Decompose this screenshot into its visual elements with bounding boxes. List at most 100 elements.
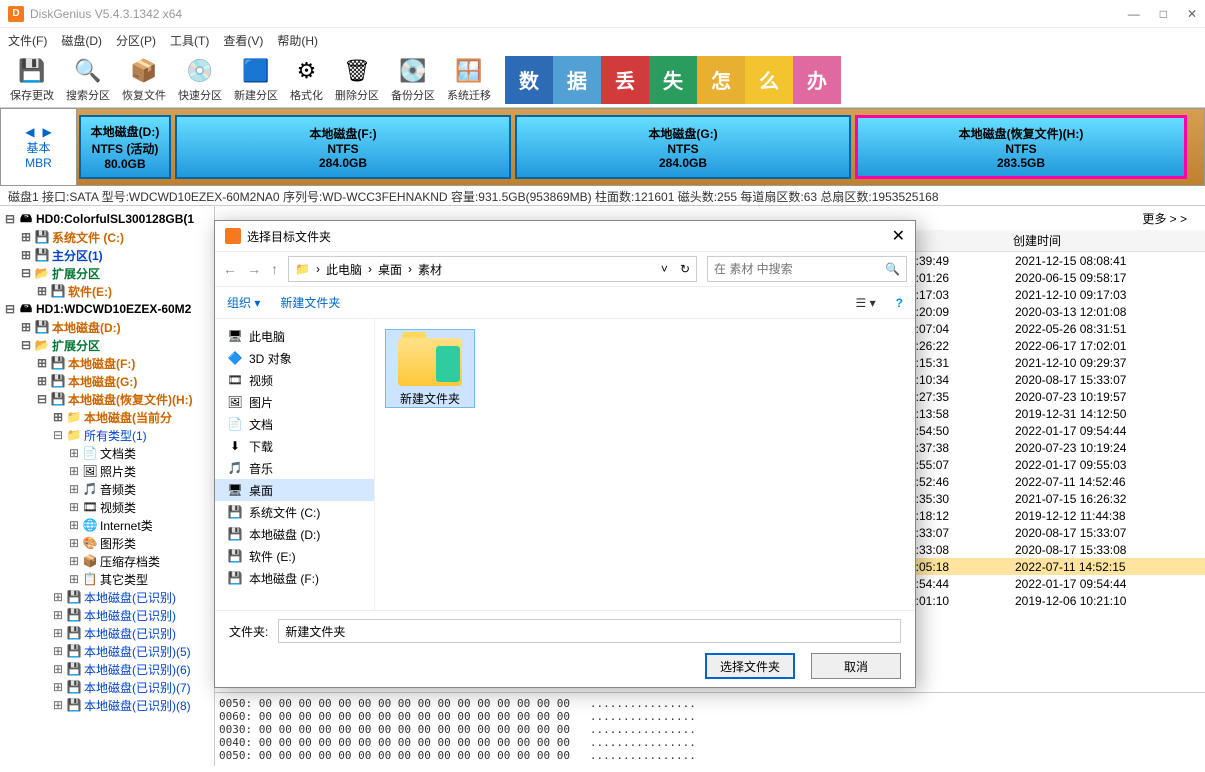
file-row[interactable]: 4:52:462022-07-11 14:52:46 <box>905 473 1205 490</box>
sidebar-item[interactable]: 🖥桌面 <box>215 479 374 501</box>
expand-icon[interactable]: ⊞ <box>68 536 80 550</box>
tree-node[interactable]: ⊞💾本地磁盘(已识别) <box>0 606 214 624</box>
file-row[interactable]: 5:05:182022-07-11 14:52:15 <box>905 558 1205 575</box>
toolbar-delete[interactable]: 🗑删除分区 <box>329 55 385 105</box>
tree-node[interactable]: ⊞🎵音频类 <box>0 480 214 498</box>
crumb-dropdown-icon[interactable]: ˅ <box>661 262 668 276</box>
expand-icon[interactable]: ⊞ <box>68 500 80 514</box>
expand-icon[interactable]: ⊞ <box>20 320 32 334</box>
toolbar-format[interactable]: ⚙格式化 <box>284 55 329 105</box>
expand-icon[interactable]: ⊞ <box>20 230 32 244</box>
toolbar-migrate[interactable]: 🪟系统迁移 <box>441 55 497 105</box>
file-row[interactable]: 1:37:382020-07-23 10:19:24 <box>905 439 1205 456</box>
more-button[interactable]: 更多 > > <box>1132 208 1197 229</box>
sidebar-item[interactable]: 💾本地磁盘 (F:) <box>215 567 374 589</box>
file-row[interactable]: 8:39:492021-12-15 08:08:41 <box>905 252 1205 269</box>
cancel-button[interactable]: 取消 <box>811 653 901 679</box>
expand-icon[interactable]: ⊞ <box>68 554 80 568</box>
toolbar-save[interactable]: 💾保存更改 <box>4 55 60 105</box>
minimize-button[interactable]: — <box>1128 7 1140 21</box>
file-row[interactable]: 0:01:102019-12-06 10:21:10 <box>905 592 1205 609</box>
tree-node[interactable]: ⊞💾本地磁盘(已识别) <box>0 624 214 642</box>
expand-icon[interactable]: ⊞ <box>52 662 64 676</box>
tree-node[interactable]: ⊞📋其它类型 <box>0 570 214 588</box>
crumb-2[interactable]: 素材 <box>418 261 442 278</box>
tree-node[interactable]: ⊞💾本地磁盘(已识别)(5) <box>0 642 214 660</box>
expand-icon[interactable]: ⊞ <box>36 374 48 388</box>
file-row[interactable]: 0:01:262020-06-15 09:58:17 <box>905 269 1205 286</box>
expand-icon[interactable]: ⊞ <box>52 410 64 424</box>
tree-node[interactable]: ⊞💾本地磁盘(已识别)(7) <box>0 678 214 696</box>
view-mode-button[interactable]: ☰ ▾ <box>856 296 876 310</box>
tree-node[interactable]: ⊞📄文档类 <box>0 444 214 462</box>
tree-node[interactable]: ⊟🖴HD0:ColorfulSL300128GB(1 <box>0 210 214 228</box>
expand-icon[interactable]: ⊞ <box>68 518 80 532</box>
file-row[interactable]: 6:15:312021-12-10 09:29:37 <box>905 354 1205 371</box>
expand-icon[interactable]: ⊞ <box>68 572 80 586</box>
tree-node[interactable]: ⊞📁本地磁盘(当前分 <box>0 408 214 426</box>
tree-node[interactable]: ⊞💾本地磁盘(D:) <box>0 318 214 336</box>
partition-block[interactable]: 本地磁盘(G:)NTFS284.0GB <box>515 115 851 179</box>
expand-icon[interactable]: ⊞ <box>68 482 80 496</box>
tree-node[interactable]: ⊞💾主分区(1) <box>0 246 214 264</box>
tree-node[interactable]: ⊟🖴HD1:WDCWD10EZEX-60M2 <box>0 300 214 318</box>
expand-icon[interactable]: ⊞ <box>68 464 80 478</box>
expand-icon[interactable]: ⊞ <box>52 590 64 604</box>
refresh-icon[interactable]: ↻ <box>680 262 690 276</box>
toolbar-recover[interactable]: 📦恢复文件 <box>116 55 172 105</box>
file-row[interactable]: 9:07:042022-05-26 08:31:51 <box>905 320 1205 337</box>
partition-block[interactable]: 本地磁盘(F:)NTFS284.0GB <box>175 115 511 179</box>
prev-disk-icon[interactable]: ◀ <box>25 125 34 139</box>
col-created[interactable]: 创建时间 <box>1013 232 1061 249</box>
expand-icon[interactable]: ⊞ <box>68 446 80 460</box>
tree-node[interactable]: ⊞💾本地磁盘(F:) <box>0 354 214 372</box>
next-disk-icon[interactable]: ▶ <box>43 125 52 139</box>
tree-node[interactable]: ⊞🖼照片类 <box>0 462 214 480</box>
tree-node[interactable]: ⊟📂扩展分区 <box>0 336 214 354</box>
dialog-sidebar[interactable]: 🖥此电脑🔷3D 对象🎞视频🖼图片📄文档⬇下载🎵音乐🖥桌面💾系统文件 (C:)💾本… <box>215 319 375 610</box>
dialog-file-area[interactable]: 新建文件夹 <box>375 319 915 610</box>
folder-item[interactable]: 新建文件夹 <box>385 329 475 408</box>
disk-tree[interactable]: ⊟🖴HD0:ColorfulSL300128GB(1⊞💾系统文件 (C:)⊞💾主… <box>0 206 215 766</box>
file-row[interactable]: 9:54:502022-01-17 09:54:44 <box>905 422 1205 439</box>
expand-icon[interactable]: ⊞ <box>52 626 64 640</box>
toolbar-backup[interactable]: 💽备份分区 <box>385 55 441 105</box>
sidebar-item[interactable]: 🔷3D 对象 <box>215 347 374 369</box>
new-folder-button[interactable]: 新建文件夹 <box>280 294 340 311</box>
tree-node[interactable]: ⊞🎞视频类 <box>0 498 214 516</box>
tree-node[interactable]: ⊞🎨图形类 <box>0 534 214 552</box>
nav-up-icon[interactable]: ↑ <box>271 261 278 277</box>
tree-node[interactable]: ⊟💾本地磁盘(恢复文件)(H:) <box>0 390 214 408</box>
search-input[interactable] <box>714 262 885 276</box>
toolbar-search[interactable]: 🔍搜索分区 <box>60 55 116 105</box>
expand-icon[interactable]: ⊞ <box>52 680 64 694</box>
tree-node[interactable]: ⊞💾本地磁盘(已识别)(8) <box>0 696 214 714</box>
maximize-button[interactable]: □ <box>1160 7 1167 21</box>
file-row[interactable]: 5:33:072020-08-17 15:33:07 <box>905 524 1205 541</box>
menu-item-4[interactable]: 查看(V) <box>223 32 263 49</box>
sidebar-item[interactable]: 💾系统文件 (C:) <box>215 501 374 523</box>
menu-item-5[interactable]: 帮助(H) <box>277 32 318 49</box>
expand-icon[interactable]: ⊞ <box>52 698 64 712</box>
toolbar-quick[interactable]: 💿快速分区 <box>172 55 228 105</box>
help-icon[interactable]: ? <box>896 296 903 310</box>
sidebar-item[interactable]: 💾软件 (E:) <box>215 545 374 567</box>
file-row[interactable]: 7:35:302021-07-15 16:26:32 <box>905 490 1205 507</box>
search-box[interactable]: 🔍 <box>707 256 907 282</box>
sidebar-item[interactable]: 💾本地磁盘 (D:) <box>215 523 374 545</box>
file-row[interactable]: 5:33:082020-08-17 15:33:08 <box>905 541 1205 558</box>
menu-item-1[interactable]: 磁盘(D) <box>61 32 102 49</box>
tree-node[interactable]: ⊞💾软件(E:) <box>0 282 214 300</box>
tree-node[interactable]: ⊞💾本地磁盘(已识别) <box>0 588 214 606</box>
file-row[interactable]: 9:55:072022-01-17 09:55:03 <box>905 456 1205 473</box>
expand-icon[interactable]: ⊟ <box>20 266 32 280</box>
organize-button[interactable]: 组织 ▾ <box>227 294 260 311</box>
crumb-0[interactable]: 此电脑 <box>326 261 362 278</box>
expand-icon[interactable]: ⊞ <box>52 608 64 622</box>
nav-back-icon[interactable]: ← <box>223 261 237 277</box>
file-row[interactable]: 4:13:582019-12-31 14:12:50 <box>905 405 1205 422</box>
file-row[interactable]: 4:27:352020-07-23 10:19:57 <box>905 388 1205 405</box>
tree-node[interactable]: ⊞💾本地磁盘(已识别)(6) <box>0 660 214 678</box>
sidebar-item[interactable]: 🎞视频 <box>215 369 374 391</box>
file-row[interactable]: 9:17:032021-12-10 09:17:03 <box>905 286 1205 303</box>
